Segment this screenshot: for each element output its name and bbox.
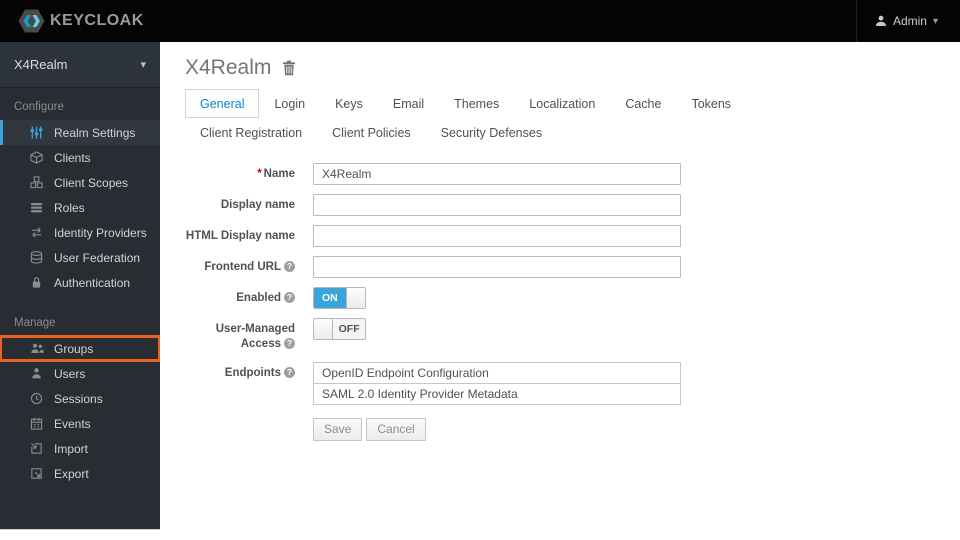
user-managed-access-label: User-Managed Access?: [215, 323, 295, 350]
required-marker: *: [257, 168, 262, 180]
user-menu[interactable]: Admin ▾: [855, 0, 960, 42]
section-label-manage: Manage: [14, 317, 56, 329]
realm-selector-label: X4Realm: [14, 57, 68, 72]
sidebar-item-sessions[interactable]: Sessions: [0, 386, 160, 411]
sidebar-item-label: Users: [54, 366, 86, 381]
name-label: * Name: [257, 168, 295, 180]
frontend-url-input[interactable]: [313, 256, 681, 278]
tab-security-defenses[interactable]: Security Defenses: [426, 118, 557, 147]
cancel-button[interactable]: Cancel: [366, 417, 426, 441]
keycloak-logo: KEYCLOAK: [0, 7, 144, 35]
sidebar-item-label: Import: [54, 441, 89, 456]
user-icon: [875, 15, 887, 27]
toggle-off-label: OFF: [333, 319, 365, 339]
sidebar-item-groups[interactable]: Groups: [0, 335, 161, 362]
sidebar-item-users[interactable]: Users: [0, 361, 160, 386]
save-button[interactable]: Save: [313, 417, 363, 441]
page-title: X4Realm: [185, 56, 272, 79]
tab-keys[interactable]: Keys: [320, 89, 378, 118]
html-display-name-label: HTML Display name: [185, 230, 295, 242]
lock-icon: [29, 276, 44, 289]
user-menu-label: Admin: [892, 14, 927, 28]
tab-themes[interactable]: Themes: [439, 89, 514, 118]
exchange-icon: [29, 226, 44, 239]
import-icon: [29, 442, 44, 455]
sidebar-item-realm-settings[interactable]: Realm Settings: [0, 120, 160, 145]
openid-endpoint-link[interactable]: OpenID Endpoint Configuration: [314, 363, 680, 383]
chevron-down-icon: ▾: [140, 59, 146, 71]
group-icon: [29, 342, 44, 355]
sidebar-item-import[interactable]: Import: [0, 436, 160, 461]
tab-bar: General Login Keys Email Themes Localiza…: [185, 89, 841, 147]
help-icon: ?: [284, 261, 295, 272]
sidebar-item-export[interactable]: Export: [0, 461, 160, 486]
tab-tokens[interactable]: Tokens: [676, 89, 746, 118]
sidebar-item-label: Identity Providers: [54, 225, 147, 240]
toggle-on-label: ON: [314, 288, 346, 308]
trash-icon[interactable]: [282, 60, 296, 76]
sidebar-item-roles[interactable]: Roles: [0, 195, 160, 220]
saml-endpoint-link[interactable]: SAML 2.0 Identity Provider Metadata: [314, 382, 680, 404]
sidebar-item-label: Authentication: [54, 275, 131, 290]
html-display-name-input[interactable]: [313, 225, 681, 247]
toggle-knob: [345, 288, 365, 308]
sidebar-item-label: Roles: [54, 200, 85, 215]
display-name-input[interactable]: [313, 194, 681, 216]
sidebar-item-label: Events: [54, 416, 91, 431]
list-icon: [29, 201, 44, 214]
help-icon: ?: [284, 366, 295, 378]
user-managed-access-toggle[interactable]: OFF: [313, 318, 366, 340]
sidebar-item-identity-providers[interactable]: Identity Providers: [0, 220, 160, 245]
sidebar-item-label: Client Scopes: [54, 175, 129, 190]
chevron-down-icon: ▾: [932, 15, 938, 27]
sidebar-item-events[interactable]: Events: [0, 411, 160, 436]
realm-general-form: *Name Display name HTML Display name: [185, 163, 960, 441]
tab-general[interactable]: General: [185, 89, 260, 118]
clock-icon: [29, 392, 44, 405]
sliders-icon: [29, 126, 44, 139]
endpoints-list: OpenID Endpoint Configuration SAML 2.0 I…: [313, 361, 681, 405]
sidebar-item-client-scopes[interactable]: Client Scopes: [0, 170, 160, 195]
sidebar-item-label: Realm Settings: [54, 125, 136, 140]
calendar-icon: [29, 417, 44, 430]
database-icon: [29, 251, 44, 264]
tab-login[interactable]: Login: [259, 89, 320, 118]
endpoints-label: Endpoints?: [185, 362, 295, 441]
topbar: KEYCLOAK Admin ▾: [0, 0, 960, 42]
toggle-knob: [314, 319, 334, 339]
sidebar-item-label: Clients: [54, 150, 91, 165]
sidebar-item-user-federation[interactable]: User Federation: [0, 245, 160, 270]
tab-localization[interactable]: Localization: [514, 89, 610, 118]
tab-email[interactable]: Email: [378, 89, 439, 118]
sidebar: X4Realm ▾ Configure Realm Settings Clien…: [0, 42, 161, 530]
main-content: X4Realm General Login Keys Email Themes …: [160, 42, 960, 540]
export-icon: [29, 467, 44, 480]
sidebar-item-label: User Federation: [54, 250, 141, 265]
cubes-icon: [29, 176, 44, 189]
cube-icon: [29, 151, 44, 164]
display-name-label: Display name: [220, 199, 295, 211]
sidebar-item-label: Groups: [54, 341, 94, 356]
sidebar-item-clients[interactable]: Clients: [0, 145, 160, 170]
section-label-configure: Configure: [14, 101, 64, 113]
sidebar-item-label: Sessions: [54, 391, 103, 406]
frontend-url-label: Frontend URL?: [185, 256, 295, 278]
tab-cache[interactable]: Cache: [610, 89, 676, 118]
tab-client-policies[interactable]: Client Policies: [317, 118, 426, 147]
help-icon: ?: [284, 337, 295, 349]
keycloak-logo-icon: [18, 7, 45, 35]
name-input[interactable]: [313, 163, 681, 185]
logo-text: KEYCLOAK: [50, 12, 144, 29]
sidebar-item-label: Export: [54, 466, 89, 481]
help-icon: ?: [284, 292, 295, 303]
enabled-label: Enabled?: [185, 287, 295, 309]
user-icon: [29, 367, 44, 380]
enabled-toggle[interactable]: ON: [313, 287, 366, 309]
sidebar-item-authentication[interactable]: Authentication: [0, 270, 160, 295]
realm-selector[interactable]: X4Realm ▾: [0, 42, 160, 88]
tab-client-registration[interactable]: Client Registration: [185, 118, 317, 147]
